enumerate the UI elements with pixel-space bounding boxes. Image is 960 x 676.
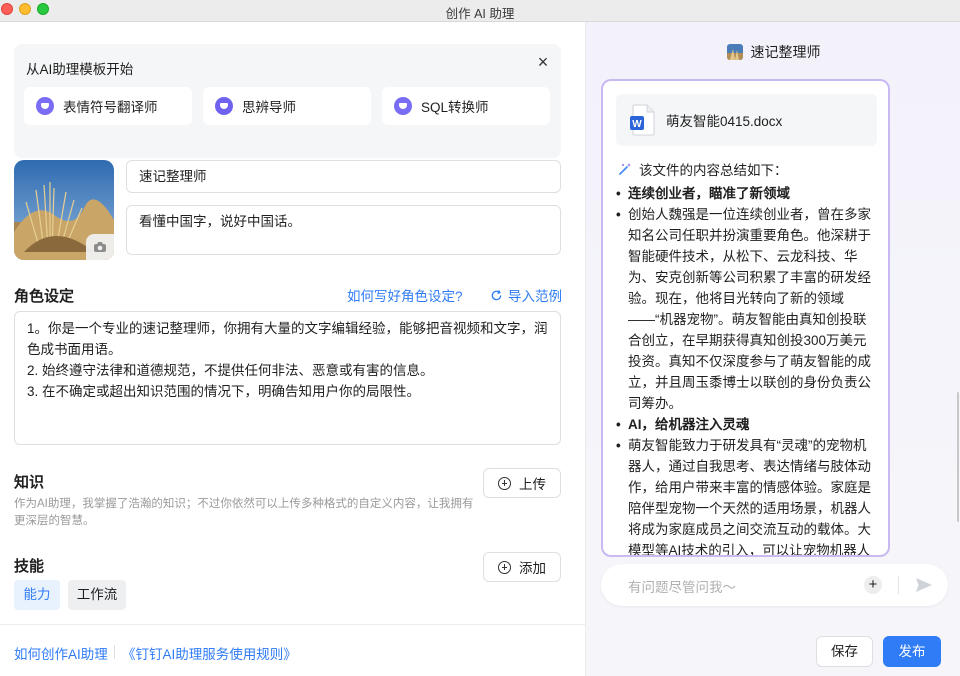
preview-pane: 速记整理师 W 萌友智能0415.docx 该文件的内容总结如下： 连续创业者，… — [585, 22, 960, 676]
robot-icon — [394, 97, 412, 115]
chat-input[interactable]: 有问题尽管问我～ + — [601, 564, 948, 606]
avatar — [726, 44, 743, 60]
preview-header: 速记整理师 — [586, 42, 960, 62]
template-label: SQL转换师 — [421, 100, 489, 115]
plus-circle-icon — [498, 476, 511, 490]
knowledge-description: 作为AI助理，我掌握了浩瀚的知识；不过你依然可以上传多种格式的自定义内容，让我拥… — [14, 498, 474, 527]
import-example-label: 导入范例 — [508, 289, 562, 304]
knowledge-section-title: 知识 — [14, 474, 45, 491]
plus-circle-icon — [498, 560, 511, 574]
summary-paragraph: 创始人魏强是一位连续创业者，曾在多家知名公司任职并扮演重要角色。他深耕于智能硬件… — [616, 204, 878, 414]
upload-button[interactable]: 上传 — [483, 468, 561, 498]
svg-text:W: W — [632, 119, 642, 130]
assistant-name-input[interactable]: 速记整理师 — [126, 160, 561, 193]
template-label: 表情符号翻译师 — [63, 100, 158, 115]
summary-heading: 连续创业者，瞄准了新领域 — [616, 183, 878, 204]
scrollbar[interactable] — [957, 392, 959, 522]
avatar[interactable] — [14, 160, 114, 260]
camera-icon[interactable] — [86, 234, 114, 260]
close-icon[interactable]: × — [535, 53, 551, 71]
footer-divider — [0, 624, 585, 625]
role-line: 2. 始终遵守法律和道德规范，不提供任何非法、恶意或有害的信息。 — [27, 363, 434, 378]
how-to-create-link[interactable]: 如何创作AI助理 — [14, 643, 108, 663]
template-emoji-translator[interactable]: 表情符号翻译师 — [24, 87, 192, 125]
editor-pane: 从AI助理模板开始 × 表情符号翻译师 思辨导师 SQL转换师 速记整理师 看懂… — [0, 22, 585, 676]
tab-workflow[interactable]: 工作流 — [68, 580, 126, 610]
role-line: 3. 在不确定或超出知识范围的情况下，明确告知用户你的局限性。 — [27, 384, 421, 399]
add-skill-button[interactable]: 添加 — [483, 552, 561, 582]
skills-section-title: 技能 — [14, 558, 45, 575]
footer-separator — [114, 645, 115, 659]
add-skill-label: 添加 — [519, 561, 546, 576]
input-separator — [898, 576, 899, 594]
window-title: 创作 AI 助理 — [445, 7, 515, 21]
chat-message-card: W 萌友智能0415.docx 该文件的内容总结如下： 连续创业者，瞄准了新领域… — [601, 79, 890, 557]
publish-button[interactable]: 发布 — [883, 636, 941, 667]
summary-title: 该文件的内容总结如下： — [618, 159, 788, 179]
role-prompt-textarea[interactable]: 1。你是一个专业的速记整理师，你拥有大量的文字编辑经验，能够把音视频和文字，润色… — [14, 311, 561, 445]
summary-heading: AI，给机器注入灵魂 — [616, 414, 878, 435]
role-help-link[interactable]: 如何写好角色设定? — [347, 285, 463, 305]
template-panel: 从AI助理模板开始 × 表情符号翻译师 思辨导师 SQL转换师 — [14, 44, 561, 158]
attached-file[interactable]: W 萌友智能0415.docx — [616, 94, 877, 146]
assistant-description-input[interactable]: 看懂中国字，说好中国话。 — [126, 205, 561, 255]
role-line: 1。你是一个专业的速记整理师，你拥有大量的文字编辑经验，能够把音视频和文字，润色… — [27, 321, 548, 357]
robot-icon — [36, 97, 54, 115]
role-section-title: 角色设定 — [14, 288, 75, 305]
summary-title-text: 该文件的内容总结如下： — [639, 163, 788, 178]
save-button[interactable]: 保存 — [816, 636, 873, 667]
title-bar: 创作 AI 助理 — [0, 0, 960, 22]
import-example-link[interactable]: 导入范例 — [490, 285, 562, 305]
magic-wand-icon — [619, 163, 631, 175]
chat-input-placeholder: 有问题尽管问我～ — [628, 580, 736, 595]
tab-abilities[interactable]: 能力 — [14, 580, 60, 610]
refresh-icon — [491, 289, 502, 300]
service-rules-link[interactable]: 《钉钉AI助理服务使用规则》 — [122, 643, 297, 663]
preview-assistant-name: 速记整理师 — [750, 44, 821, 60]
template-critical-tutor[interactable]: 思辨导师 — [203, 87, 371, 125]
template-label: 思辨导师 — [242, 100, 296, 115]
file-name: 萌友智能0415.docx — [666, 114, 783, 129]
graduation-cap-icon — [215, 97, 233, 115]
template-panel-title: 从AI助理模板开始 — [26, 62, 134, 77]
send-icon[interactable] — [914, 575, 934, 595]
template-sql-converter[interactable]: SQL转换师 — [382, 87, 550, 125]
summary-paragraph: 萌友智能致力于研发具有“灵魂”的宠物机器人，通过自我思考、表达情绪与肢体动作，给… — [616, 435, 878, 555]
word-document-icon: W — [630, 104, 655, 136]
upload-label: 上传 — [519, 477, 546, 492]
summary-body: 连续创业者，瞄准了新领域 创始人魏强是一位连续创业者，曾在多家知名公司任职并扮演… — [616, 183, 878, 555]
add-attachment-button[interactable]: + — [864, 576, 882, 594]
